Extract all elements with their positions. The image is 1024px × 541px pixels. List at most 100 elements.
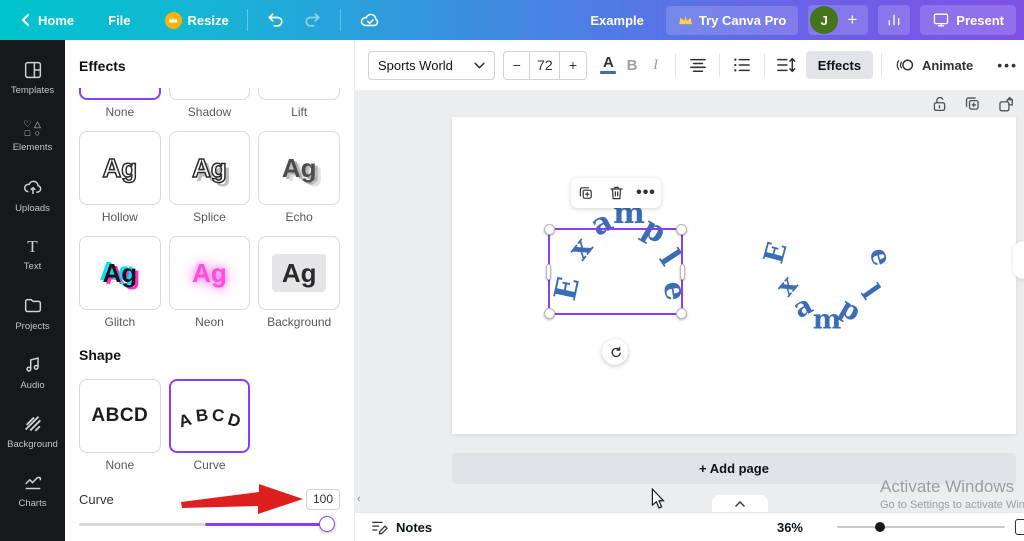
scroll-left-arrow[interactable]: ‹ xyxy=(357,493,361,505)
add-member-button[interactable]: + xyxy=(838,10,866,30)
resize-handle-top-right[interactable] xyxy=(676,224,687,235)
width-handle-right[interactable] xyxy=(680,264,685,280)
undo-button[interactable] xyxy=(258,4,294,36)
redo-button[interactable] xyxy=(294,4,330,36)
page-tools xyxy=(931,95,1014,113)
effect-style-row-2: Ag Hollow Ag Splice Ag Echo xyxy=(79,131,340,224)
duplicate-page-button[interactable] xyxy=(964,95,981,113)
glitch-preview: Ag xyxy=(102,260,137,286)
notes-button[interactable]: Notes xyxy=(371,519,432,535)
hatch-icon xyxy=(22,413,44,435)
shape-none-preview: ABCD xyxy=(91,405,148,427)
slider-track-inactive xyxy=(79,523,205,526)
font-family-select[interactable]: Sports World xyxy=(368,51,495,80)
elements-icon: ♡△□○ xyxy=(23,120,43,138)
crown-icon xyxy=(165,12,182,29)
effect-option-background[interactable]: Ag Background xyxy=(258,236,340,329)
redo-icon xyxy=(302,10,322,30)
curve-slider-handle[interactable] xyxy=(319,516,335,532)
crown-icon xyxy=(678,15,693,26)
divider xyxy=(675,53,676,77)
spacing-button[interactable] xyxy=(773,51,800,80)
effect-option-lift[interactable]: Lift xyxy=(258,88,340,119)
element-more-options-button[interactable]: ••• xyxy=(634,181,658,205)
text-color-button[interactable]: A xyxy=(597,51,621,80)
effect-option-glitch[interactable]: Ag Glitch xyxy=(79,236,161,329)
selection-box[interactable] xyxy=(548,228,683,315)
effect-option-splice[interactable]: Ag Splice xyxy=(169,131,251,224)
effect-option-neon[interactable]: Ag Neon xyxy=(169,236,251,329)
sidebar-item-elements[interactable]: ♡△□○ Elements xyxy=(0,107,65,166)
shape-option-curve[interactable]: ABCD Curve xyxy=(169,379,251,472)
font-size-increase[interactable]: + xyxy=(560,52,585,79)
try-canva-pro-button[interactable]: Try Canva Pro xyxy=(666,6,798,35)
resize-handle-bottom-right[interactable] xyxy=(676,308,687,319)
file-button[interactable]: File xyxy=(100,7,138,34)
fullscreen-icon[interactable] xyxy=(1015,519,1024,535)
effect-style-row-3: Ag Glitch Ag Neon Ag Background xyxy=(79,236,340,329)
cloud-save-status[interactable] xyxy=(351,4,389,36)
effect-option-echo[interactable]: Ag Echo xyxy=(258,131,340,224)
zoom-slider-track xyxy=(837,526,1005,528)
curve-slider[interactable] xyxy=(79,516,340,532)
zoom-slider[interactable] xyxy=(837,521,1005,533)
design-page[interactable] xyxy=(452,117,1016,434)
font-size-value[interactable]: 72 xyxy=(529,52,560,79)
curve-label: Curve xyxy=(79,492,114,507)
side-panel-toggle-bump[interactable] xyxy=(1013,241,1024,279)
curve-control-row: Curve 100 xyxy=(79,488,340,510)
divider xyxy=(719,53,720,77)
sidebar-item-charts[interactable]: Charts xyxy=(0,461,65,520)
bold-button[interactable]: B xyxy=(620,51,644,80)
sidebar-item-templates[interactable]: Templates xyxy=(0,48,65,107)
insights-button[interactable] xyxy=(878,5,910,35)
bullet-list-icon xyxy=(733,57,751,73)
undo-icon xyxy=(266,10,286,30)
top-bar: Home File Resize Example Try Canva Pro xyxy=(0,0,1024,40)
duplicate-element-button[interactable] xyxy=(574,181,598,205)
effect-option-none[interactable]: None xyxy=(79,88,161,119)
curve-value-input[interactable]: 100 xyxy=(306,489,340,510)
resize-handle-bottom-left[interactable] xyxy=(544,308,555,319)
bar-chart-icon xyxy=(886,12,902,28)
add-page-icon-button[interactable] xyxy=(997,95,1014,113)
collapse-bottom-panel-tab[interactable] xyxy=(712,495,768,512)
echo-preview: Ag xyxy=(282,155,317,181)
resize-handle-top-left[interactable] xyxy=(544,224,555,235)
list-button[interactable] xyxy=(728,51,755,80)
width-handle-left[interactable] xyxy=(546,264,551,280)
red-annotation-arrow xyxy=(179,478,307,518)
divider xyxy=(247,9,248,31)
lock-button[interactable] xyxy=(931,95,948,113)
rotate-handle[interactable] xyxy=(602,339,628,365)
resize-button[interactable]: Resize xyxy=(157,6,237,35)
present-icon xyxy=(932,12,950,28)
sidebar-item-text[interactable]: T Text xyxy=(0,225,65,284)
shape-section-title: Shape xyxy=(79,347,340,363)
sidebar-item-uploads[interactable]: Uploads xyxy=(0,166,65,225)
sidebar-item-audio[interactable]: Audio xyxy=(0,343,65,402)
animate-button[interactable]: Animate xyxy=(890,56,979,74)
document-title[interactable]: Example xyxy=(590,13,643,28)
home-button[interactable]: Home xyxy=(12,7,82,34)
delete-element-button[interactable] xyxy=(604,181,628,205)
zoom-slider-handle[interactable] xyxy=(875,522,885,532)
alignment-button[interactable] xyxy=(684,51,711,80)
home-label: Home xyxy=(38,13,74,28)
more-options-button[interactable]: ••• xyxy=(991,57,1024,73)
zoom-level[interactable]: 36% xyxy=(777,520,803,535)
italic-button[interactable]: I xyxy=(644,51,668,80)
shape-option-none[interactable]: ABCD None xyxy=(79,379,161,472)
present-button[interactable]: Present xyxy=(920,5,1016,35)
duplicate-icon xyxy=(578,185,594,201)
sidebar-item-background[interactable]: Background xyxy=(0,402,65,461)
avatar[interactable]: J xyxy=(810,6,838,34)
effects-toolbar-button[interactable]: Effects xyxy=(806,51,873,79)
add-page-button[interactable]: + Add page xyxy=(452,453,1016,484)
font-size-decrease[interactable]: − xyxy=(504,52,529,79)
effect-option-hollow[interactable]: Ag Hollow xyxy=(79,131,161,224)
duplicate-icon xyxy=(964,95,981,113)
canvas-area: Example Example ••• + Add page xyxy=(355,90,1024,512)
effect-option-shadow[interactable]: Shadow xyxy=(169,88,251,119)
sidebar-item-projects[interactable]: Projects xyxy=(0,284,65,343)
